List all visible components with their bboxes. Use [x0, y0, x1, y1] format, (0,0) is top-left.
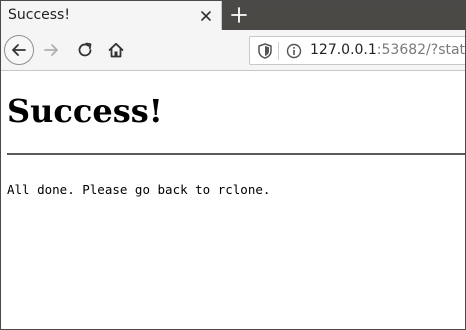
tab-strip: Success! [1, 1, 465, 30]
reload-icon[interactable] [76, 41, 94, 59]
url-bar[interactable]: 127.0.0.1:53682/?state= [249, 36, 466, 65]
divider [7, 153, 465, 155]
tab-active[interactable]: Success! [1, 1, 222, 30]
page-title: Success! [7, 92, 163, 130]
url-text: 127.0.0.1:53682/?state= [310, 42, 466, 58]
url-path: :53682/?state= [376, 42, 466, 58]
shield-icon[interactable] [258, 43, 272, 59]
url-host: 127.0.0.1 [310, 42, 377, 58]
arrow-left-icon [12, 44, 26, 56]
home-icon[interactable] [107, 41, 125, 59]
page-message: All done. Please go back to rclone. [7, 182, 271, 197]
plus-icon[interactable] [230, 6, 248, 24]
page-content: Success! All done. Please go back to rcl… [1, 71, 465, 329]
back-button[interactable] [4, 35, 34, 65]
navigation-toolbar: 127.0.0.1:53682/?state= [1, 30, 465, 71]
browser-window: Success! 127.0.0.1:53682/?stat Success! … [0, 0, 466, 330]
tab-title: Success! [8, 7, 70, 23]
info-icon[interactable] [286, 43, 302, 59]
close-icon[interactable] [199, 8, 213, 22]
url-separator [278, 42, 279, 60]
arrow-right-icon[interactable] [42, 41, 60, 59]
